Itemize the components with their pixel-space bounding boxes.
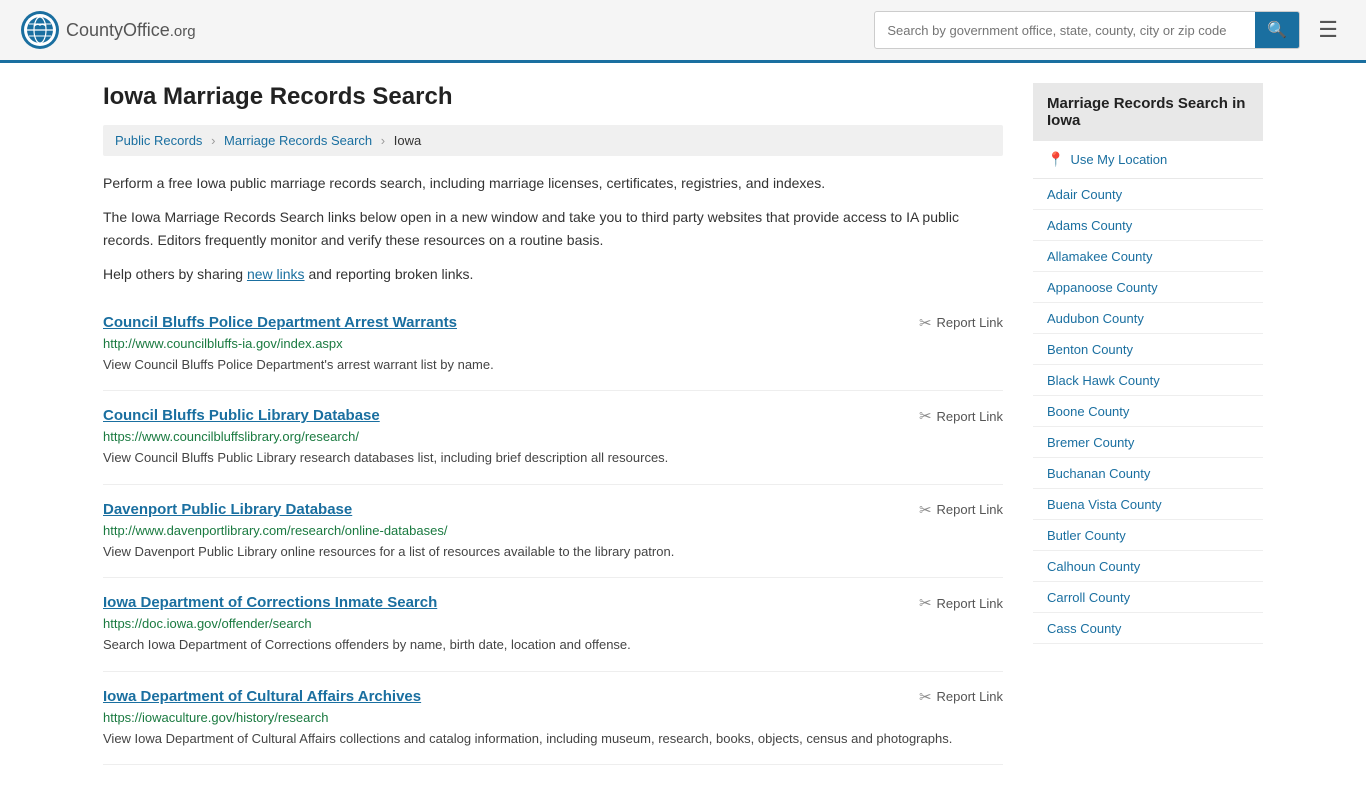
county-list-item: Black Hawk County xyxy=(1033,365,1263,396)
report-link-1[interactable]: ✂ Report Link xyxy=(919,407,1003,425)
search-bar: 🔍 xyxy=(874,11,1300,49)
county-list-item: Appanoose County xyxy=(1033,272,1263,303)
breadcrumb-public-records[interactable]: Public Records xyxy=(115,133,202,148)
scissors-icon-0: ✂ xyxy=(919,314,932,332)
scissors-icon-4: ✂ xyxy=(919,688,932,706)
sidebar: Marriage Records Search in Iowa 📍 Use My… xyxy=(1033,83,1263,765)
county-link-7[interactable]: Boone County xyxy=(1047,404,1129,419)
page-title: Iowa Marriage Records Search xyxy=(103,83,1003,111)
logo-area: CountyOffice.org xyxy=(20,10,196,50)
county-link-1[interactable]: Adams County xyxy=(1047,218,1132,233)
logo-icon xyxy=(20,10,60,50)
report-link-label-4: Report Link xyxy=(937,689,1003,704)
county-list-item: Butler County xyxy=(1033,520,1263,551)
county-link-11[interactable]: Butler County xyxy=(1047,528,1126,543)
intro-para-3-suffix: and reporting broken links. xyxy=(305,266,474,282)
record-title-2[interactable]: Davenport Public Library Database xyxy=(103,501,352,518)
main-container: Iowa Marriage Records Search Public Reco… xyxy=(83,63,1283,785)
report-link-label-0: Report Link xyxy=(937,315,1003,330)
record-title-1[interactable]: Council Bluffs Public Library Database xyxy=(103,407,380,424)
county-list-item: Benton County xyxy=(1033,334,1263,365)
intro-para-2: The Iowa Marriage Records Search links b… xyxy=(103,206,1003,251)
county-list-item: Audubon County xyxy=(1033,303,1263,334)
record-item: Iowa Department of Cultural Affairs Arch… xyxy=(103,672,1003,766)
county-list-item: Calhoun County xyxy=(1033,551,1263,582)
record-desc-1: View Council Bluffs Public Library resea… xyxy=(103,448,1003,468)
report-link-0[interactable]: ✂ Report Link xyxy=(919,314,1003,332)
county-link-13[interactable]: Carroll County xyxy=(1047,590,1130,605)
report-link-label-2: Report Link xyxy=(937,502,1003,517)
county-list-item: Adair County xyxy=(1033,179,1263,210)
county-list-item: Buena Vista County xyxy=(1033,489,1263,520)
header: CountyOffice.org 🔍 ☰ xyxy=(0,0,1366,63)
intro-section: Perform a free Iowa public marriage reco… xyxy=(103,172,1003,286)
breadcrumb-sep-1: › xyxy=(211,133,215,148)
county-link-5[interactable]: Benton County xyxy=(1047,342,1133,357)
record-desc-2: View Davenport Public Library online res… xyxy=(103,542,1003,562)
county-list: Adair County Adams County Allamakee County… xyxy=(1033,179,1263,644)
record-desc-3: Search Iowa Department of Corrections of… xyxy=(103,635,1003,655)
county-link-6[interactable]: Black Hawk County xyxy=(1047,373,1160,388)
record-title-0[interactable]: Council Bluffs Police Department Arrest … xyxy=(103,314,457,331)
search-input[interactable] xyxy=(875,15,1255,46)
report-link-4[interactable]: ✂ Report Link xyxy=(919,688,1003,706)
record-desc-0: View Council Bluffs Police Department's … xyxy=(103,355,1003,375)
record-item: Council Bluffs Public Library Database ✂… xyxy=(103,391,1003,485)
report-link-label-3: Report Link xyxy=(937,596,1003,611)
location-pin-icon: 📍 xyxy=(1047,151,1064,168)
record-item: Council Bluffs Police Department Arrest … xyxy=(103,298,1003,392)
intro-para-3-prefix: Help others by sharing xyxy=(103,266,247,282)
hamburger-icon: ☰ xyxy=(1318,17,1338,42)
county-list-item: Carroll County xyxy=(1033,582,1263,613)
logo-text: CountyOffice.org xyxy=(66,20,196,41)
county-link-4[interactable]: Audubon County xyxy=(1047,311,1144,326)
county-list-item: Cass County xyxy=(1033,613,1263,644)
county-link-9[interactable]: Buchanan County xyxy=(1047,466,1150,481)
breadcrumb-marriage-records[interactable]: Marriage Records Search xyxy=(224,133,372,148)
county-list-item: Bremer County xyxy=(1033,427,1263,458)
record-url-1[interactable]: https://www.councilbluffslibrary.org/res… xyxy=(103,429,1003,444)
record-title-3[interactable]: Iowa Department of Corrections Inmate Se… xyxy=(103,594,437,611)
scissors-icon-1: ✂ xyxy=(919,407,932,425)
county-list-item: Allamakee County xyxy=(1033,241,1263,272)
record-item: Iowa Department of Corrections Inmate Se… xyxy=(103,578,1003,672)
county-link-12[interactable]: Calhoun County xyxy=(1047,559,1140,574)
breadcrumb-sep-2: › xyxy=(381,133,385,148)
search-icon: 🔍 xyxy=(1267,22,1287,39)
sidebar-title: Marriage Records Search in Iowa xyxy=(1033,83,1263,141)
report-link-2[interactable]: ✂ Report Link xyxy=(919,501,1003,519)
intro-para-1: Perform a free Iowa public marriage reco… xyxy=(103,172,1003,194)
report-link-label-1: Report Link xyxy=(937,409,1003,424)
record-url-4[interactable]: https://iowaculture.gov/history/research xyxy=(103,710,1003,725)
breadcrumb: Public Records › Marriage Records Search… xyxy=(103,125,1003,156)
county-list-item: Buchanan County xyxy=(1033,458,1263,489)
report-link-3[interactable]: ✂ Report Link xyxy=(919,594,1003,612)
breadcrumb-current: Iowa xyxy=(394,133,421,148)
content-area: Iowa Marriage Records Search Public Reco… xyxy=(103,83,1003,765)
use-my-location-label: Use My Location xyxy=(1070,152,1167,167)
new-links-link[interactable]: new links xyxy=(247,266,305,282)
menu-button[interactable]: ☰ xyxy=(1310,13,1346,47)
record-url-3[interactable]: https://doc.iowa.gov/offender/search xyxy=(103,616,1003,631)
records-list: Council Bluffs Police Department Arrest … xyxy=(103,298,1003,766)
county-list-item: Adams County xyxy=(1033,210,1263,241)
scissors-icon-3: ✂ xyxy=(919,594,932,612)
use-my-location[interactable]: 📍 Use My Location xyxy=(1033,141,1263,179)
county-list-item: Boone County xyxy=(1033,396,1263,427)
record-item: Davenport Public Library Database ✂ Repo… xyxy=(103,485,1003,579)
record-desc-4: View Iowa Department of Cultural Affairs… xyxy=(103,729,1003,749)
header-right: 🔍 ☰ xyxy=(874,11,1346,49)
record-title-4[interactable]: Iowa Department of Cultural Affairs Arch… xyxy=(103,688,421,705)
county-link-8[interactable]: Bremer County xyxy=(1047,435,1134,450)
record-url-2[interactable]: http://www.davenportlibrary.com/research… xyxy=(103,523,1003,538)
county-link-2[interactable]: Allamakee County xyxy=(1047,249,1153,264)
scissors-icon-2: ✂ xyxy=(919,501,932,519)
intro-para-3: Help others by sharing new links and rep… xyxy=(103,263,1003,285)
record-url-0[interactable]: http://www.councilbluffs-ia.gov/index.as… xyxy=(103,336,1003,351)
search-button[interactable]: 🔍 xyxy=(1255,12,1299,48)
county-link-0[interactable]: Adair County xyxy=(1047,187,1122,202)
county-link-3[interactable]: Appanoose County xyxy=(1047,280,1158,295)
county-link-14[interactable]: Cass County xyxy=(1047,621,1121,636)
county-link-10[interactable]: Buena Vista County xyxy=(1047,497,1162,512)
